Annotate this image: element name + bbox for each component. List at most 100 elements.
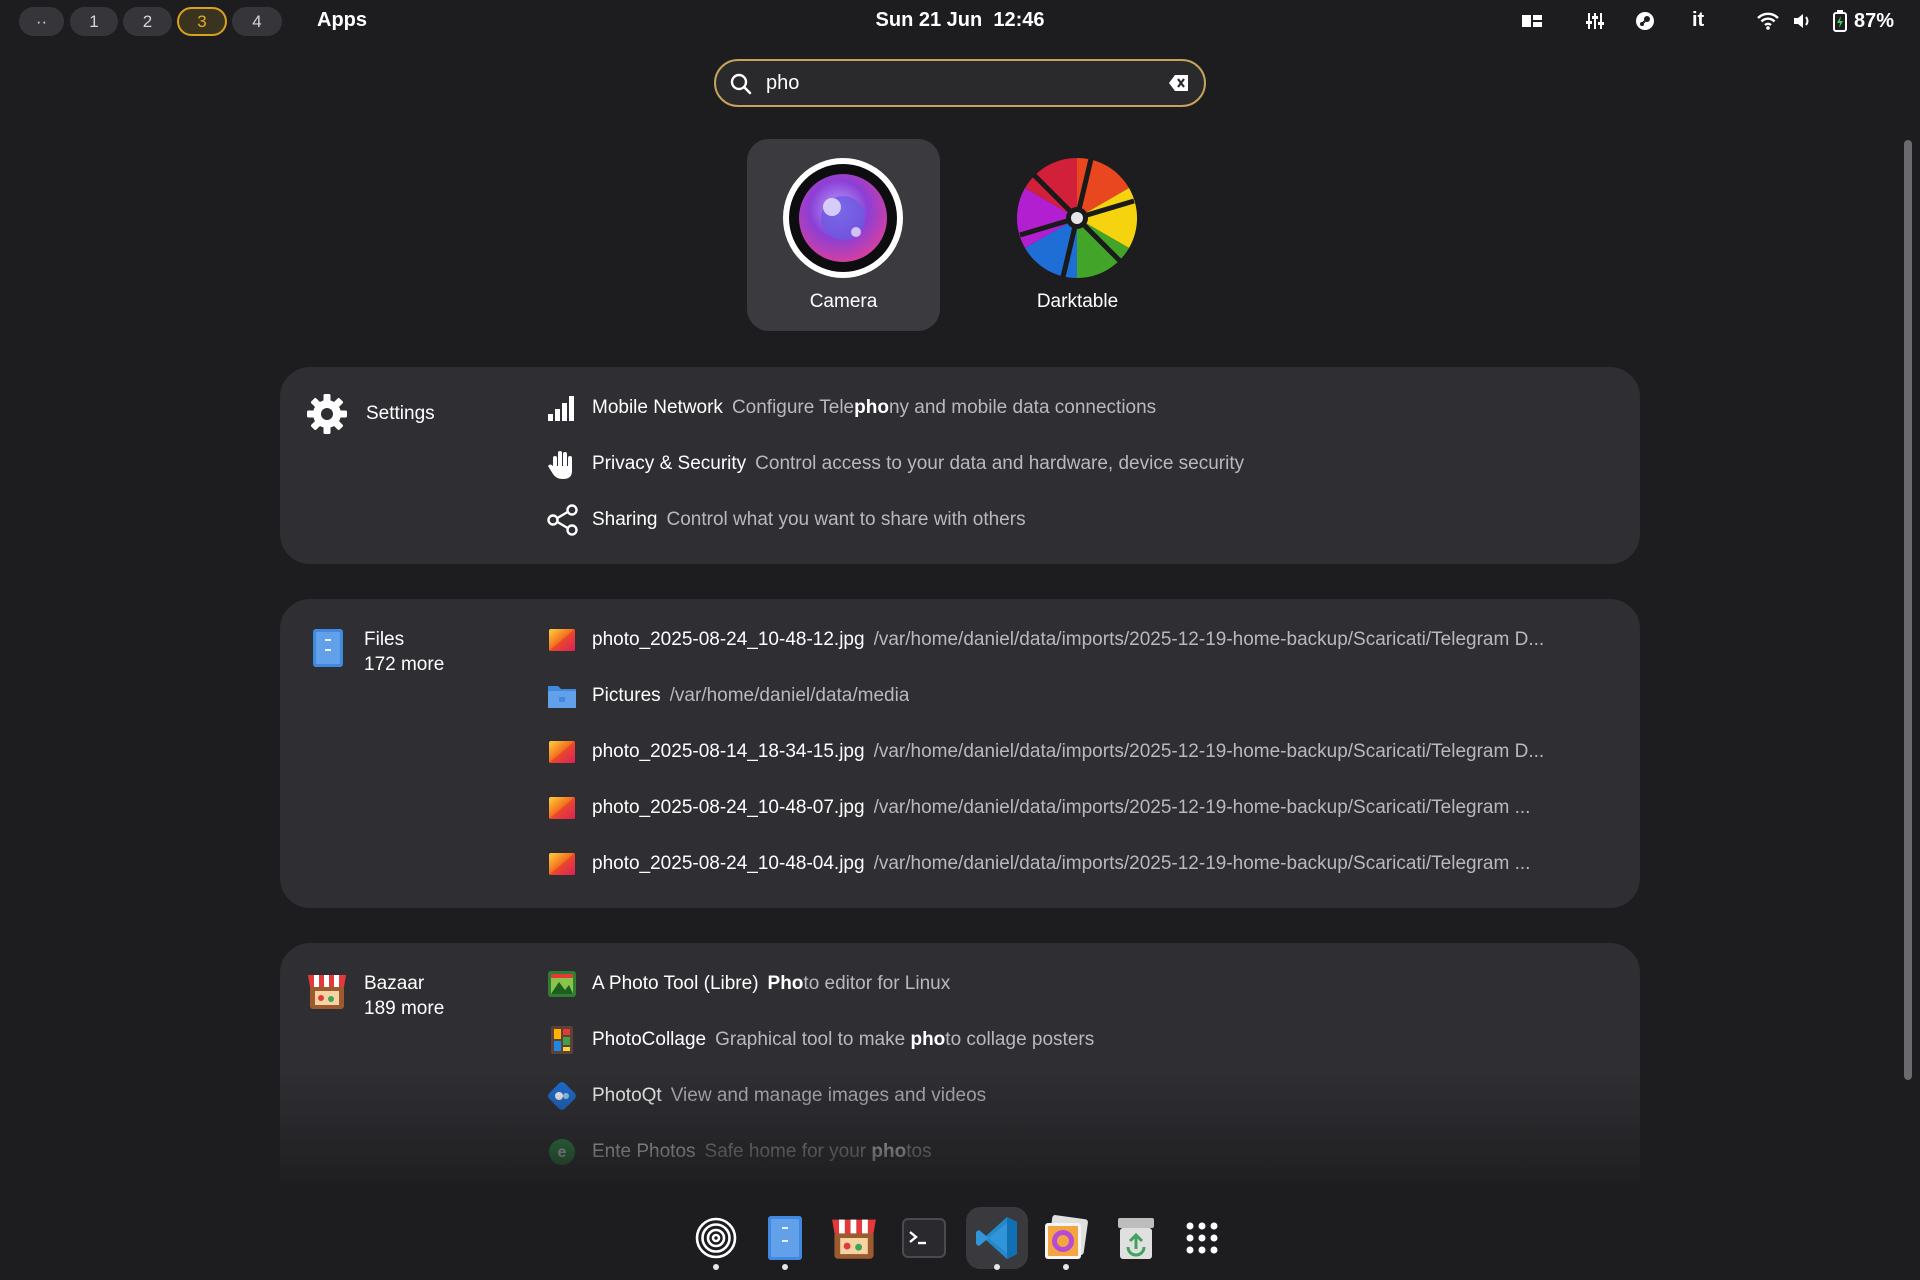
settings-row-privacy-security[interactable]: Privacy & Security Control access to you…: [546, 444, 1620, 484]
bazaar-provider-name: Bazaar: [364, 973, 425, 994]
photocollage-icon: [546, 1024, 578, 1056]
files-row[interactable]: Pictures /var/home/daniel/data/media: [546, 676, 1620, 716]
row-title: photo_2025-08-24_10-48-12.jpg: [592, 629, 865, 650]
vscode-icon: [976, 1217, 1017, 1259]
search-icon: [730, 73, 752, 95]
bazaar-row[interactable]: e Ente Photos Safe home for your photos: [546, 1132, 1620, 1172]
clock[interactable]: Sun 21 Jun 12:46: [0, 9, 1920, 32]
row-title: Privacy & Security: [592, 453, 747, 474]
gear-icon: [307, 394, 347, 434]
clock-text[interactable]: Sun 21 Jun 12:46: [876, 9, 1045, 31]
dock-terminal[interactable]: [893, 1207, 955, 1269]
photoqt-icon: [546, 1080, 578, 1112]
darktable-icon: [1016, 157, 1138, 278]
dock-fingerprint-app[interactable]: [685, 1207, 747, 1269]
files-row[interactable]: photo_2025-08-14_18-34-15.jpg /var/home/…: [546, 732, 1620, 772]
image-file-icon: [546, 792, 578, 824]
image-file-icon: [546, 848, 578, 880]
files-icon: [768, 1216, 802, 1260]
row-title: A Photo Tool (Libre): [592, 973, 759, 994]
battery-percentage: 87%: [1854, 9, 1895, 32]
aphototool-icon: [546, 968, 578, 1000]
battery-charging-icon: [1833, 10, 1847, 32]
row-title: photo_2025-08-24_10-48-04.jpg: [592, 853, 865, 874]
image-file-icon: [546, 736, 578, 768]
equalizer-icon[interactable]: [1585, 8, 1605, 34]
clear-search-icon[interactable]: [1168, 73, 1190, 93]
files-results-section: Files 172 more photo_2025-08-24_10-48-12…: [280, 599, 1640, 908]
bazaar-results-section: Bazaar 189 more A Photo Tool (Libre) Pho…: [280, 943, 1640, 1183]
results-scrollbar[interactable]: [1904, 140, 1912, 1080]
settings-provider-name: Settings: [366, 403, 435, 424]
camera-icon: [783, 158, 903, 278]
running-indicator: [994, 1264, 1000, 1270]
svg-text:e: e: [558, 1144, 567, 1161]
bazaar-provider[interactable]: Bazaar 189 more: [306, 971, 444, 1021]
row-title: Mobile Network: [592, 397, 723, 418]
row-description: Configure Telephony and mobile data conn…: [731, 397, 1157, 418]
dock-files[interactable]: [754, 1207, 816, 1269]
row-path: /var/home/daniel/data/media: [669, 685, 910, 706]
bazaar-icon: [832, 1219, 876, 1259]
row-path: /var/home/daniel/data/imports/2025-12-19…: [873, 797, 1531, 818]
row-title: Sharing: [592, 509, 658, 530]
fingerprint-icon: [695, 1217, 737, 1259]
dock-vscode[interactable]: [966, 1207, 1028, 1269]
top-bar: ·· 1 2 3 4 Apps Sun 21 Jun 12:46 it 87%: [0, 0, 1920, 42]
signal-bars-icon: [546, 392, 578, 424]
row-title: PhotoCollage: [592, 1029, 707, 1050]
dock-bazaar[interactable]: [823, 1207, 885, 1269]
battery-indicator[interactable]: 87%: [1832, 8, 1894, 34]
volume-icon[interactable]: [1792, 8, 1814, 34]
dock-trash[interactable]: [1105, 1207, 1167, 1269]
files-row[interactable]: photo_2025-08-24_10-48-04.jpg /var/home/…: [546, 844, 1620, 884]
files-row[interactable]: photo_2025-08-24_10-48-07.jpg /var/home/…: [546, 788, 1620, 828]
darktable-label: Darktable: [1036, 291, 1119, 312]
row-title: PhotoQt: [592, 1085, 662, 1106]
dock-app-grid[interactable]: [1171, 1207, 1233, 1269]
row-title: Pictures: [592, 685, 661, 706]
bazaar-row[interactable]: PhotoQt View and manage images and video…: [546, 1076, 1620, 1116]
row-path: /var/home/daniel/data/imports/2025-12-19…: [873, 741, 1545, 762]
search-bar[interactable]: [714, 59, 1206, 107]
settings-row-mobile-network[interactable]: Mobile Network Configure Telephony and m…: [546, 388, 1620, 428]
dock-image-viewer[interactable]: [1035, 1207, 1097, 1269]
app-result-darktable[interactable]: Darktable: [981, 139, 1174, 331]
bazaar-row[interactable]: A Photo Tool (Libre) Photo editor for Li…: [546, 964, 1620, 1004]
wifi-icon[interactable]: [1756, 8, 1780, 34]
bazaar-row[interactable]: PhotoCollage Graphical tool to make phot…: [546, 1020, 1620, 1060]
row-title: Ente Photos: [592, 1141, 696, 1162]
row-description: Safe home for your photos: [704, 1141, 932, 1162]
keyboard-layout-indicator[interactable]: it: [1692, 9, 1704, 32]
row-title: photo_2025-08-24_10-48-07.jpg: [592, 797, 865, 818]
row-description: Control what you want to share with othe…: [666, 509, 1026, 530]
files-row[interactable]: photo_2025-08-24_10-48-12.jpg /var/home/…: [546, 620, 1620, 660]
steam-icon[interactable]: [1634, 8, 1656, 34]
window-layout-icon[interactable]: [1521, 8, 1543, 34]
row-description: Graphical tool to make photo collage pos…: [715, 1029, 1095, 1050]
running-indicator: [782, 1264, 788, 1270]
settings-results-section: Settings Mobile Network Configure Teleph…: [280, 367, 1640, 564]
terminal-icon: [902, 1218, 946, 1258]
search-input[interactable]: [766, 69, 1146, 97]
files-more-count: 172 more: [364, 654, 445, 675]
settings-row-sharing[interactable]: Sharing Control what you want to share w…: [546, 500, 1620, 540]
row-path: /var/home/daniel/data/imports/2025-12-19…: [873, 629, 1545, 650]
bazaar-more-count: 189 more: [364, 998, 445, 1019]
row-description: View and manage images and videos: [670, 1085, 987, 1106]
bazaar-icon: [308, 975, 346, 1009]
ente-icon: e: [546, 1136, 578, 1168]
image-viewer-icon: [1045, 1215, 1088, 1259]
image-file-icon: [546, 624, 578, 656]
settings-provider[interactable]: Settings: [306, 393, 435, 435]
camera-label: Camera: [809, 291, 878, 312]
hand-icon: [546, 448, 578, 480]
app-grid-icon: [1186, 1222, 1218, 1254]
app-result-camera[interactable]: Camera: [747, 139, 940, 331]
folder-icon: [546, 680, 578, 712]
files-provider[interactable]: Files 172 more: [306, 627, 444, 677]
row-path: /var/home/daniel/data/imports/2025-12-19…: [873, 853, 1531, 874]
files-provider-name: Files: [364, 629, 405, 650]
row-title: photo_2025-08-14_18-34-15.jpg: [592, 741, 865, 762]
share-icon: [546, 504, 578, 536]
